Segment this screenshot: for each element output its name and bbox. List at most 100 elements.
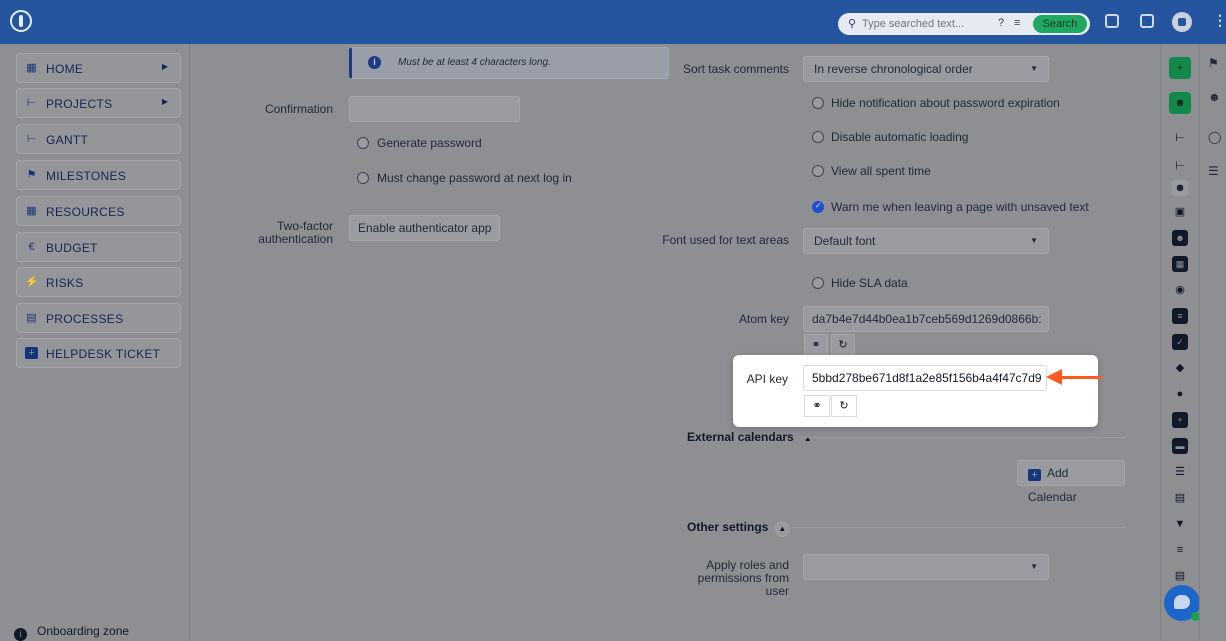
view-spent-time-radio[interactable] xyxy=(812,165,824,177)
info-icon: i xyxy=(368,56,381,69)
refresh-icon[interactable]: ↻ xyxy=(831,334,855,356)
view-spent-time-label: View all spent time xyxy=(831,164,931,178)
api-key-highlight: API key 5bbd278be671d8f1a2e85f156b4a4f47… xyxy=(733,355,1098,427)
chevron-down-icon: ▼ xyxy=(1030,236,1038,245)
confirmation-label: Confirmation xyxy=(264,102,333,116)
onboarding-label: Onboarding zone xyxy=(37,624,130,638)
enable-authenticator-button[interactable]: Enable authenticator app xyxy=(349,215,501,241)
sidebar-item-label: GANTT xyxy=(46,133,89,147)
plus-box-icon: + xyxy=(1028,469,1041,481)
projects-icon[interactable]: ⊢ xyxy=(1172,130,1188,146)
sidebar-item-label: HOME xyxy=(46,62,84,76)
people-search-icon[interactable]: ☻ xyxy=(1208,90,1221,104)
app-logo-icon[interactable] xyxy=(10,10,32,32)
server-icon[interactable]: ▤ xyxy=(1172,568,1188,584)
pointer-arrow-shaft xyxy=(1060,376,1102,379)
lightbulb-icon[interactable]: ◯ xyxy=(1208,130,1221,144)
onboarding-zone[interactable]: i Onboarding zone xyxy=(14,624,129,641)
sort-comments-select[interactable]: In reverse chronological order ▼ xyxy=(803,56,1049,82)
more-icon[interactable]: ⋮ xyxy=(1213,12,1226,29)
link-icon[interactable]: ⚭ xyxy=(804,395,830,417)
person-icon[interactable]: ☻ xyxy=(1172,180,1188,196)
password-hint-text: Must be at least 4 characters long. xyxy=(398,57,551,68)
apply-roles-label: Apply roles and permissions from user xyxy=(697,558,789,598)
processes-icon: ▤ xyxy=(26,312,37,324)
search-icon: ⚲ xyxy=(848,18,857,30)
help-icon[interactable]: ? xyxy=(998,17,1004,29)
hide-sla-radio[interactable] xyxy=(812,277,824,289)
save-icon[interactable]: ▤ xyxy=(1172,490,1188,506)
sidebar-item-gantt[interactable]: ⊢ GANTT xyxy=(16,124,181,154)
sidebar-item-projects[interactable]: ⊢ PROJECTS ▶ xyxy=(16,88,181,118)
external-calendars-heading[interactable]: External calendars ▲ xyxy=(687,430,816,447)
flag-icon[interactable]: ⚑ xyxy=(1208,56,1219,70)
sidebar-item-label: MILESTONES xyxy=(46,169,127,183)
refresh-icon[interactable]: ↻ xyxy=(831,395,857,417)
sidebar-item-budget[interactable]: € BUDGET xyxy=(16,232,181,262)
add-icon[interactable]: + xyxy=(1169,57,1191,79)
list-icon[interactable]: ☰ xyxy=(1172,464,1188,480)
must-change-password-radio[interactable] xyxy=(357,172,369,184)
confirmation-field[interactable] xyxy=(349,96,520,122)
sidebar-item-label: RISKS xyxy=(46,276,84,290)
sidebar-item-milestones[interactable]: ⚑ MILESTONES xyxy=(16,160,181,190)
account-icon[interactable]: ◉ xyxy=(1172,282,1188,298)
add-calendar-button[interactable]: + Add Calendar xyxy=(1017,460,1125,504)
sidebar-item-helpdesk-ticket[interactable]: + HELPDESK TICKET xyxy=(16,338,181,368)
sidebar-item-home[interactable]: ▦ HOME ▶ xyxy=(16,53,181,83)
warn-unsaved-checkbox[interactable] xyxy=(812,201,824,213)
hide-sla-label: Hide SLA data xyxy=(831,276,908,290)
main-content: i Must be at least 4 characters long. Co… xyxy=(191,44,1159,641)
bolt-icon: ⚡ xyxy=(25,276,39,288)
calendar-icon[interactable] xyxy=(1105,14,1119,28)
sidebar-item-risks[interactable]: ⚡ RISKS xyxy=(16,267,181,297)
diamond-icon[interactable]: ◆ xyxy=(1172,360,1188,376)
sidebar-item-resources[interactable]: ▦ RESOURCES xyxy=(16,196,181,226)
checklist-icon[interactable]: ☰ xyxy=(1208,164,1219,178)
font-select[interactable]: Default font ▼ xyxy=(803,228,1049,254)
generate-password-radio[interactable] xyxy=(357,137,369,149)
api-key-field[interactable]: 5bbd278be671d8f1a2e85f156b4a4f47c7d9 xyxy=(803,365,1047,391)
generate-password-label: Generate password xyxy=(377,136,482,150)
search-button[interactable]: Search xyxy=(1033,15,1087,33)
plus-box-icon[interactable]: + xyxy=(1172,412,1188,428)
chevron-up-icon[interactable]: ▲ xyxy=(774,521,791,537)
disable-autoload-radio[interactable] xyxy=(812,131,824,143)
atom-key-field[interactable]: da7b4e7d44b0ea1b7ceb569d1269d0866b: xyxy=(803,306,1049,332)
user-icon[interactable]: ☻ xyxy=(1169,92,1191,114)
chevron-right-icon: ▶ xyxy=(161,97,168,106)
right-icon-rail: + ☻ ⊢ ⊢ ☻ ▣ ☻ ▦ ◉ ≡ ✓ ◆ ● + ▬ ☰ ▤ ▼ ≡ ▤ xyxy=(1160,44,1198,641)
other-settings-heading[interactable]: Other settings ▲ xyxy=(687,520,791,537)
chevron-up-icon[interactable]: ▲ xyxy=(800,431,816,447)
sidebar-item-processes[interactable]: ▤ PROCESSES xyxy=(16,303,181,333)
euro-icon: € xyxy=(28,241,35,253)
far-right-rail: ⚑ ☻ ◯ ☰ xyxy=(1199,44,1226,641)
left-sidebar: ▦ HOME ▶ ⊢ PROJECTS ▶ ⊢ GANTT ⚑ MILESTON… xyxy=(0,44,190,641)
image-icon[interactable]: ▣ xyxy=(1172,204,1188,220)
filter-icon[interactable]: ≡ xyxy=(1014,17,1020,29)
card-icon[interactable]: ▬ xyxy=(1172,438,1188,454)
contact-icon[interactable]: ☻ xyxy=(1172,230,1188,246)
sidebar-item-label: BUDGET xyxy=(46,241,98,255)
database-icon[interactable]: ≡ xyxy=(1172,542,1188,558)
filter-icon[interactable]: ▼ xyxy=(1172,516,1188,532)
top-bar: ⚲ ? ≡ Search ⋮ xyxy=(0,0,1226,44)
flag-icon: ⚑ xyxy=(26,169,37,181)
gantt-icon[interactable]: ⊢ xyxy=(1172,158,1188,174)
clipboard-icon[interactable]: ≡ xyxy=(1172,308,1188,324)
calendar-icon[interactable]: ▦ xyxy=(1172,256,1188,272)
user-avatar[interactable] xyxy=(1172,12,1192,32)
chevron-down-icon: ▼ xyxy=(1030,64,1038,73)
search-input[interactable] xyxy=(862,16,992,32)
external-calendars-title: External calendars xyxy=(687,430,794,444)
check-icon[interactable]: ✓ xyxy=(1172,334,1188,350)
timer-icon[interactable]: ● xyxy=(1172,386,1188,402)
logout-icon[interactable] xyxy=(1140,14,1154,28)
section-divider xyxy=(801,437,1126,438)
apply-roles-select[interactable]: ▼ xyxy=(803,554,1049,580)
hide-password-notif-radio[interactable] xyxy=(812,97,824,109)
section-divider xyxy=(791,527,1126,528)
font-label: Font used for text areas xyxy=(662,233,789,247)
sidebar-item-label: PROJECTS xyxy=(46,97,113,111)
link-icon[interactable]: ⚭ xyxy=(804,334,828,356)
